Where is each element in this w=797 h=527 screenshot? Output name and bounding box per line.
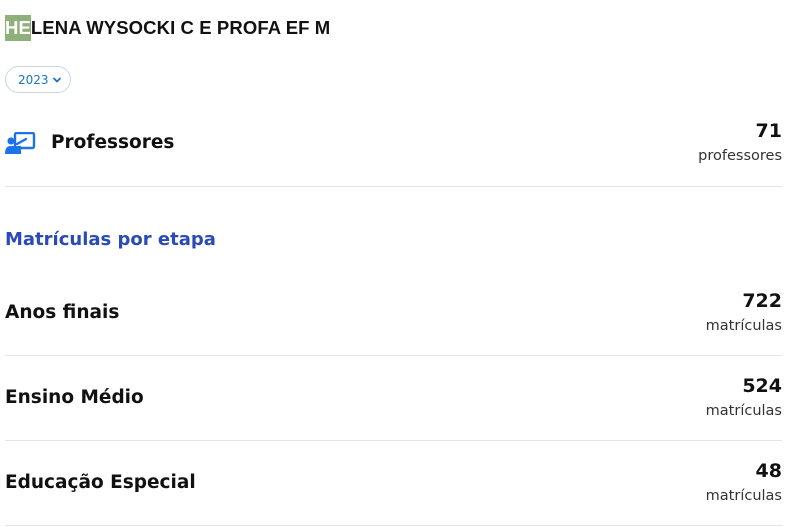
school-title: HE LENA WYSOCKI C E PROFA EF M (5, 15, 330, 41)
school-title-rest: LENA WYSOCKI C E PROFA EF M (30, 17, 331, 38)
professores-label: Professores (51, 132, 175, 153)
year-select-value: 2023 (18, 72, 49, 87)
section-title-matriculas: Matrículas por etapa (5, 229, 216, 250)
year-select[interactable]: 2023 (5, 66, 71, 93)
stage-row-ensino-medio: Ensino Médio 524 matrículas (5, 356, 782, 441)
stage-label: Educação Especial (5, 472, 196, 493)
stage-label: Ensino Médio (5, 387, 144, 408)
chevron-down-icon (53, 77, 61, 83)
stage-unit: matrículas (705, 318, 782, 334)
stage-row-anos-finais: Anos finais 722 matrículas (5, 271, 782, 356)
school-page: HE LENA WYSOCKI C E PROFA EF M 2023 Profe… (0, 0, 797, 527)
stage-unit: matrículas (705, 403, 782, 419)
professores-count: 71 (755, 120, 782, 142)
stage-count: 48 (755, 460, 782, 482)
stage-count: 722 (742, 290, 782, 312)
teacher-board-icon (5, 132, 36, 154)
professores-row: Professores 71 professores (5, 110, 782, 187)
stage-unit: matrículas (705, 488, 782, 504)
stage-label: Anos finais (5, 302, 120, 323)
professores-unit: professores (698, 148, 782, 164)
stage-count: 524 (742, 375, 782, 397)
school-title-highlight: HE (5, 15, 31, 41)
stage-row-educacao-especial: Educação Especial 48 matrículas (5, 441, 782, 526)
